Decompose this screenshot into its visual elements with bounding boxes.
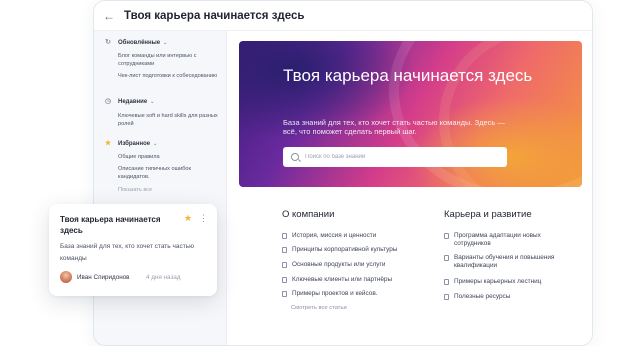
- star-icon[interactable]: ★: [184, 213, 192, 224]
- search-box[interactable]: [283, 147, 507, 167]
- chevron-down-icon: ⌄: [150, 99, 155, 105]
- document-icon: [282, 291, 287, 297]
- career-link[interactable]: Программа адаптации новых сотрудников: [444, 232, 574, 248]
- document-icon: [444, 233, 449, 239]
- sidebar-section-recent[interactable]: ◷ Недавние ⌄: [104, 98, 154, 106]
- about-link[interactable]: Ключевые клиенты или партнёры: [282, 276, 432, 284]
- document-icon: [282, 262, 287, 268]
- main-content: Твоя карьера начинается здесь База знани…: [227, 31, 592, 345]
- about-link[interactable]: История, миссия и ценности: [282, 232, 432, 240]
- hero-subtitle: База знаний для тех, кто хочет стать час…: [283, 118, 505, 136]
- refresh-icon: ↻: [105, 39, 111, 46]
- document-icon: [282, 277, 287, 283]
- card-description: База знаний для тех, кто хочет стать час…: [60, 243, 194, 262]
- document-icon: [444, 279, 449, 285]
- timestamp: 4 дня назад: [146, 274, 181, 281]
- see-all-articles-link[interactable]: Смотреть все статьи: [291, 305, 347, 311]
- about-title: О компании: [282, 209, 335, 220]
- sidebar-section-favorites[interactable]: ★ Избранное ⌄: [104, 140, 157, 148]
- sidebar-item[interactable]: Общие правила: [118, 154, 222, 162]
- card-title: Твоя карьера начинается здесь: [60, 215, 161, 235]
- document-icon: [444, 294, 449, 300]
- author-name: Иван Спиридонов: [77, 274, 130, 281]
- sidebar-section-updated[interactable]: ↻ Обновлённые ⌄: [104, 39, 167, 47]
- chevron-down-icon: ⌄: [153, 141, 158, 147]
- chevron-down-icon: ⌄: [163, 40, 168, 46]
- more-menu-icon[interactable]: ⋮: [199, 213, 208, 224]
- sidebar-item[interactable]: Ключевые soft и hard skills для разных р…: [118, 113, 222, 128]
- sidebar-item[interactable]: Описание типичных ошибок кандидатов.: [118, 166, 222, 181]
- back-arrow-icon[interactable]: ←: [102, 9, 116, 23]
- sidebar-section-label: Обновлённые: [118, 40, 161, 46]
- avatar: [60, 271, 72, 283]
- sidebar-section-label: Избранное: [118, 141, 151, 147]
- search-input[interactable]: [305, 154, 485, 160]
- about-link[interactable]: Примеры проектов и кейсов.: [282, 290, 432, 298]
- search-icon: [291, 153, 299, 161]
- hero-banner: Твоя карьера начинается здесь База знани…: [239, 41, 582, 187]
- page-title: Твоя карьера начинается здесь: [124, 9, 305, 22]
- career-link[interactable]: Примеры карьерных лестниц: [444, 278, 574, 286]
- document-icon: [282, 233, 287, 239]
- hero-title: Твоя карьера начинается здесь: [283, 66, 533, 85]
- career-link[interactable]: Полезные ресурсы: [444, 293, 574, 301]
- document-icon: [282, 247, 287, 253]
- about-link[interactable]: Основные продукты или услуги: [282, 261, 432, 269]
- show-all-link[interactable]: Показать все: [118, 187, 152, 193]
- about-link[interactable]: Принципы корпоративной культуры: [282, 246, 432, 254]
- document-icon: [444, 255, 449, 261]
- sidebar-item[interactable]: Блог команды или интервью с сотрудниками: [118, 53, 222, 68]
- article-card[interactable]: Твоя карьера начинается здесь ★ ⋮ База з…: [49, 204, 217, 296]
- career-title: Карьера и развитие: [444, 209, 532, 220]
- star-icon: ★: [104, 140, 112, 147]
- clock-icon: ◷: [104, 98, 112, 105]
- sidebar-section-label: Недавние: [118, 99, 148, 105]
- career-link[interactable]: Варианты обучения и повышения квалификац…: [444, 254, 564, 270]
- sidebar-item[interactable]: Чек-лист подготовки к собеседованию: [118, 73, 222, 81]
- sidebar: ↻ Обновлённые ⌄ Блог команды или интервь…: [94, 31, 227, 345]
- top-bar: ← Твоя карьера начинается здесь: [94, 1, 592, 31]
